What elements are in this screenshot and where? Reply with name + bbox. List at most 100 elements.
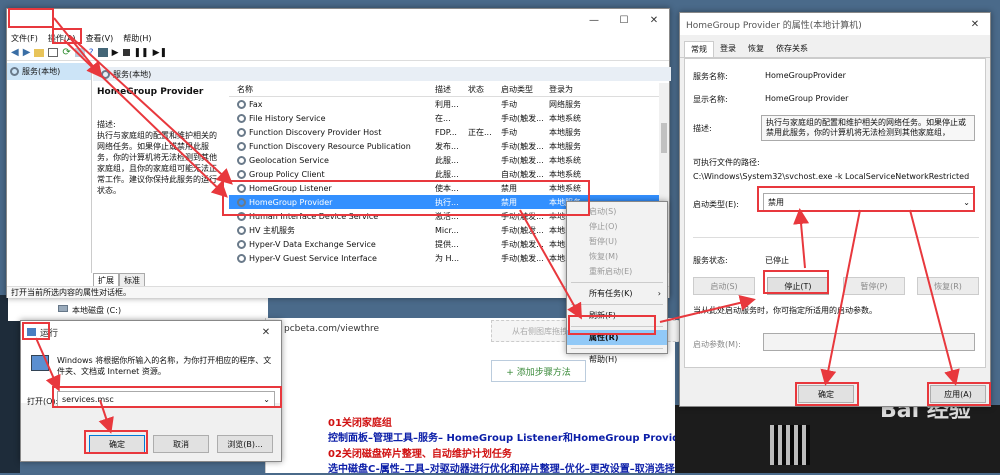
- run-ok-button[interactable]: 确定: [89, 435, 145, 453]
- service-cell: 手动(触发...: [501, 211, 544, 221]
- ctx-start[interactable]: 启动(S): [567, 204, 667, 219]
- menu-help[interactable]: 帮助(H): [123, 33, 151, 44]
- apply-button[interactable]: 应用(A): [930, 385, 986, 403]
- pause-icon[interactable]: ❚❚: [134, 48, 149, 58]
- startup-type-select[interactable]: 禁用 ⌄: [763, 193, 975, 211]
- folder-icon[interactable]: [34, 48, 45, 57]
- ctx-resume[interactable]: 恢复(M): [567, 249, 667, 264]
- menu-file[interactable]: 文件(F): [11, 33, 38, 44]
- tree-item-services[interactable]: 服务(本地): [7, 63, 91, 80]
- gear-icon: [237, 211, 246, 221]
- table-row[interactable]: Fax 利用... 手动 网络服务: [229, 97, 659, 111]
- tab-logon[interactable]: 登录: [714, 41, 742, 57]
- console-icon[interactable]: [97, 48, 108, 57]
- col-status[interactable]: 状态: [468, 84, 501, 95]
- col-name[interactable]: 名称: [229, 84, 435, 95]
- explorer-fragment: 本地磁盘 (C:): [8, 297, 268, 321]
- start-button[interactable]: 启动(S): [693, 277, 755, 295]
- service-cell: 发布...: [435, 141, 459, 151]
- resume-button[interactable]: 恢复(R): [917, 277, 979, 295]
- export-icon[interactable]: [74, 48, 85, 57]
- service-cell: 手动(触发...: [501, 155, 544, 165]
- col-desc[interactable]: 描述: [435, 84, 468, 95]
- run-app-icon: [31, 355, 49, 371]
- ctx-restart[interactable]: 重新启动(E): [567, 264, 667, 279]
- gear-icon: [237, 113, 246, 123]
- stop-icon[interactable]: [122, 49, 130, 56]
- col-logon[interactable]: 登录为: [549, 84, 594, 95]
- refresh-icon[interactable]: ⟳: [62, 47, 70, 58]
- restart-icon[interactable]: ▶❚: [153, 48, 167, 58]
- tab-recovery[interactable]: 恢复: [742, 41, 770, 57]
- pause-button[interactable]: 暂停(P): [843, 277, 905, 295]
- gear-icon: [237, 141, 246, 151]
- table-row[interactable]: Geolocation Service 此服... 手动(触发... 本地系统: [229, 153, 659, 167]
- close-icon[interactable]: ✕: [251, 327, 281, 338]
- service-cell: 手动(触发...: [501, 141, 544, 151]
- tab-dependencies[interactable]: 依存关系: [770, 41, 814, 57]
- explorer-item[interactable]: 本地磁盘 (C:): [72, 305, 121, 316]
- service-cell: 手动(触发...: [501, 239, 544, 249]
- close-button[interactable]: ✕: [639, 15, 669, 26]
- service-cell: 自动(触发...: [501, 169, 544, 179]
- service-name: HV 主机服务: [229, 225, 435, 236]
- menu-view[interactable]: 查看(V): [86, 33, 114, 44]
- ctx-separator: [571, 348, 663, 349]
- menu-action[interactable]: 操作(A): [48, 33, 76, 44]
- forward-icon[interactable]: ▶: [23, 47, 31, 58]
- ctx-help[interactable]: 帮助(H): [567, 352, 667, 367]
- properties-icon[interactable]: [48, 48, 59, 57]
- gear-icon: [237, 169, 246, 179]
- service-cell: 此服...: [435, 155, 459, 165]
- run-cancel-button[interactable]: 取消: [153, 435, 209, 453]
- service-cell: 使本...: [435, 183, 459, 193]
- ctx-pause[interactable]: 暂停(U): [567, 234, 667, 249]
- table-row[interactable]: Group Policy Client 此服... 自动(触发... 本地系统: [229, 167, 659, 181]
- service-cell: 本地服务: [549, 127, 581, 137]
- ok-button[interactable]: 确定: [798, 385, 854, 403]
- ctx-refresh[interactable]: 刷新(F): [567, 308, 667, 323]
- table-row[interactable]: Function Discovery Provider Host FDP... 正在…: [229, 125, 659, 139]
- param-label: 启动参数(M):: [693, 340, 741, 349]
- service-name: HomeGroup Listener: [229, 183, 435, 193]
- service-name-text: Function Discovery Resource Publication: [249, 141, 411, 151]
- service-cell: 提供...: [435, 239, 459, 249]
- tab-general[interactable]: 常规: [684, 41, 714, 57]
- service-name-text: HV 主机服务: [249, 225, 296, 235]
- drive-icon: [58, 305, 68, 312]
- col-startup[interactable]: 启动类型: [501, 84, 549, 95]
- service-cell: 为 H...: [435, 253, 460, 263]
- table-row[interactable]: File History Service 在... 手动(触发... 本地系统: [229, 111, 659, 125]
- close-icon[interactable]: ✕: [960, 19, 990, 30]
- url-text[interactable]: pcbeta.com/viewthre: [284, 324, 379, 334]
- play-icon[interactable]: ▶: [112, 48, 119, 58]
- service-name: File History Service: [229, 113, 435, 123]
- service-status-value: 已停止: [765, 256, 789, 265]
- ctx-properties[interactable]: 属性(R): [567, 330, 667, 345]
- run-icon: [27, 328, 36, 336]
- ctx-separator: [571, 326, 663, 327]
- service-name: HomeGroup Provider: [229, 197, 435, 207]
- ctx-all-tasks[interactable]: 所有任务(K) ›: [567, 286, 667, 301]
- param-input[interactable]: [763, 333, 975, 351]
- tip-line-1: 控制面板–管理工具–服务– HomeGroup Listener和HomeGro…: [328, 433, 721, 444]
- service-cell: 执行...: [435, 197, 459, 207]
- desc-field[interactable]: 执行与家庭组的配置和维护相关的网络任务。如果停止或禁用此服务，你的计算机将无法检…: [761, 115, 975, 141]
- service-cell: 利用...: [435, 99, 459, 109]
- run-browse-button[interactable]: 浏览(B)...: [217, 435, 273, 453]
- table-row[interactable]: Function Discovery Resource Publication 发…: [229, 139, 659, 153]
- minimize-button[interactable]: —: [579, 15, 609, 26]
- table-row[interactable]: HomeGroup Listener 使本... 禁用 本地系统: [229, 181, 659, 195]
- service-name: Group Policy Client: [229, 169, 435, 179]
- desc-label: 描述:: [693, 124, 712, 133]
- open-input[interactable]: services.msc ⌄: [57, 391, 275, 408]
- ctx-stop[interactable]: 停止(O): [567, 219, 667, 234]
- back-icon[interactable]: ◀: [11, 47, 19, 58]
- service-cell: 本地系统: [549, 169, 581, 179]
- service-cell: 本地系统: [549, 183, 581, 193]
- maximize-button[interactable]: ☐: [609, 15, 639, 26]
- display-name-value: HomeGroup Provider: [765, 94, 849, 103]
- selected-service-title: HomeGroup Provider: [97, 87, 204, 97]
- help-icon[interactable]: ?: [89, 48, 94, 58]
- stop-button[interactable]: 停止(T): [767, 277, 829, 295]
